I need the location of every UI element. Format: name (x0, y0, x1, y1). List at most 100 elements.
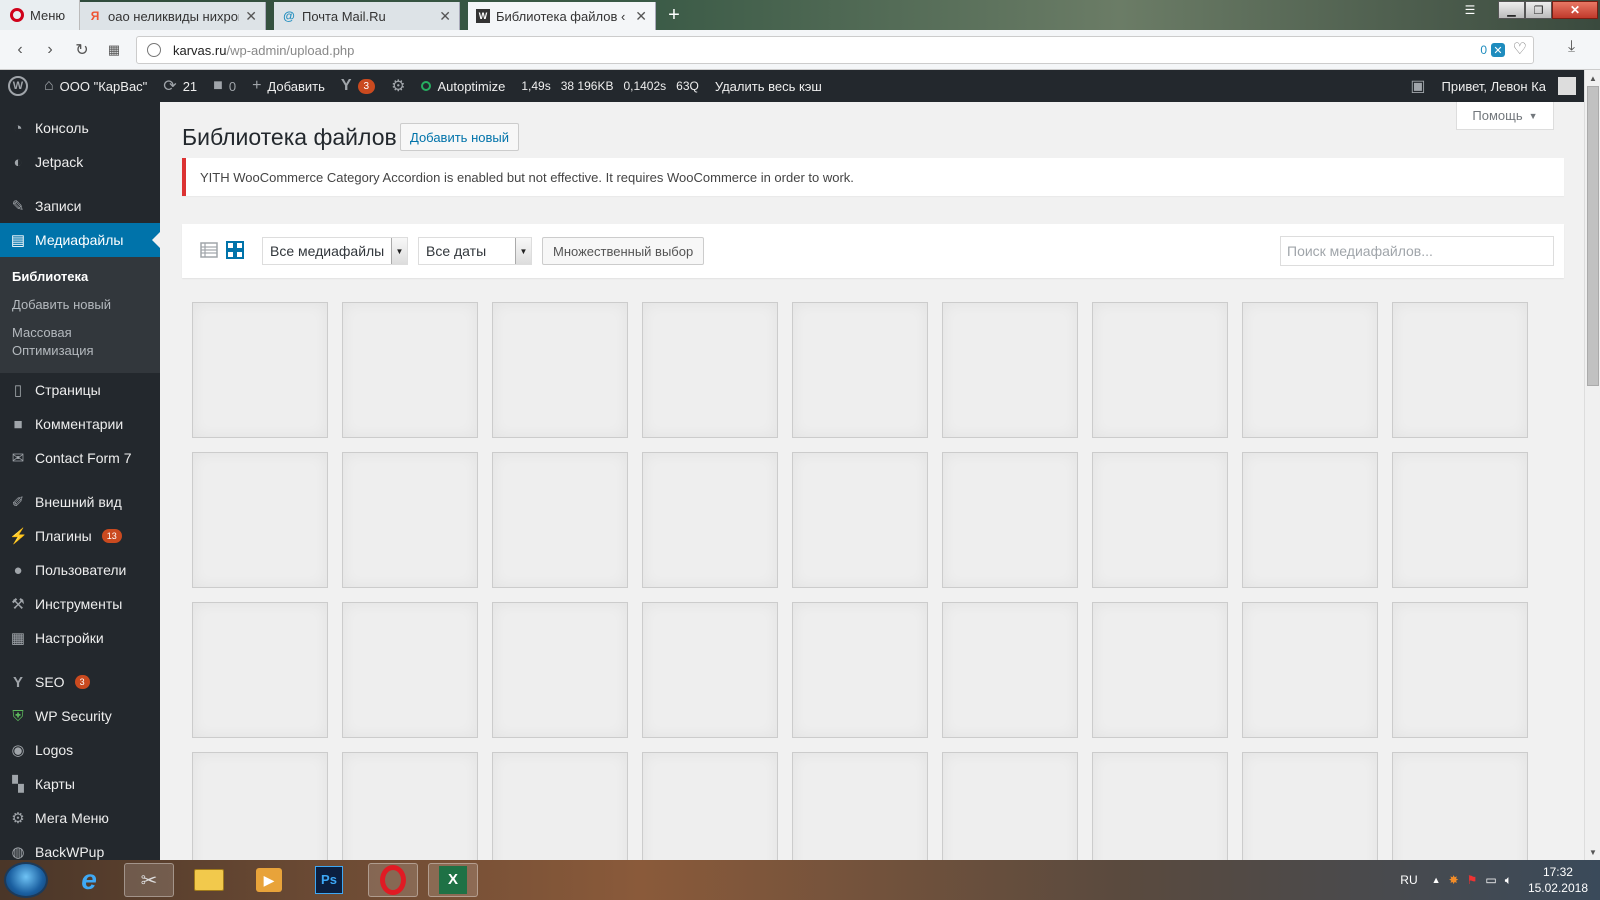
sidebar-item-appearance[interactable]: ✐ Внешний вид (0, 485, 160, 519)
media-player-icon[interactable]: ▶ (244, 863, 294, 897)
comments-link[interactable]: ■ 0 (205, 70, 244, 102)
attachment-tile[interactable] (192, 752, 328, 860)
clock[interactable]: 17:32 15.02.2018 (1516, 864, 1600, 896)
attachment-tile[interactable] (792, 602, 928, 738)
sidebar-item-jetpack[interactable]: ◐ Jetpack (0, 145, 160, 179)
attachment-tile[interactable] (1392, 602, 1528, 738)
attachment-tile[interactable] (492, 452, 628, 588)
add-new-link[interactable]: + Добавить (244, 70, 333, 102)
sidebar-item-backwpup[interactable]: ◍ BackWPup (0, 835, 160, 860)
scroll-down-icon[interactable]: ▼ (1585, 844, 1600, 860)
bookmark-heart-icon[interactable]: ♡ (1513, 39, 1527, 59)
attachment-tile[interactable] (642, 302, 778, 438)
attachment-tile[interactable] (792, 452, 928, 588)
help-button[interactable]: Помощь ▼ (1456, 102, 1554, 130)
query-stats[interactable]: 1,49s 38 196KB 0,1402s 63Q (513, 70, 706, 102)
action-center-flag-icon[interactable]: ⚑ (1463, 873, 1482, 887)
sidebar-item-users[interactable]: ● Пользователи (0, 553, 160, 587)
start-button-icon[interactable] (4, 862, 48, 898)
attachment-tile[interactable] (1242, 302, 1378, 438)
attachment-tile[interactable] (192, 302, 328, 438)
close-tab-icon[interactable]: ✕ (635, 8, 647, 25)
attachment-tile[interactable] (1092, 602, 1228, 738)
language-indicator[interactable]: RU (1390, 873, 1427, 887)
minimize-icon[interactable]: ▁ (1498, 1, 1525, 19)
attachment-tile[interactable] (192, 602, 328, 738)
tab-yandex[interactable]: Я оао неликвиды нихром – ✕ (80, 2, 266, 30)
attachment-tile[interactable] (642, 752, 778, 860)
tab-media-library[interactable]: W Библиотека файлов ‹ ООО ✕ (468, 2, 656, 30)
site-name-link[interactable]: ⌂ ООО "КарВас" (36, 70, 155, 102)
attachment-tile[interactable] (342, 752, 478, 860)
grid-view-icon[interactable] (226, 241, 244, 259)
sidebar-item-contact-form[interactable]: ✉ Contact Form 7 (0, 441, 160, 475)
attachment-tile[interactable] (1092, 752, 1228, 860)
sidebar-item-comments[interactable]: ■ Комментарии (0, 407, 160, 441)
maximize-icon[interactable]: ❐ (1525, 1, 1552, 19)
attachment-tile[interactable] (1392, 752, 1528, 860)
adblock-icon[interactable]: ✕ (1491, 43, 1505, 57)
submenu-item-bulk-optimize[interactable]: Массовая Оптимизация (0, 319, 160, 365)
autoptimize-link[interactable]: Autoptimize (413, 70, 513, 102)
yoast-link[interactable]: Y 3 (333, 70, 383, 102)
notifications-link[interactable]: ▣ (1402, 70, 1433, 102)
new-tab-icon[interactable]: + (664, 4, 684, 27)
sidebar-item-plugins[interactable]: ⚡ Плагины 13 (0, 519, 160, 553)
sidebar-item-media[interactable]: ▤ Медиафайлы (0, 223, 160, 257)
attachment-tile[interactable] (942, 752, 1078, 860)
opera-browser-icon[interactable] (368, 863, 418, 897)
url-field[interactable]: karvas.ru/wp-admin/upload.php 0 ✕ ♡ (136, 36, 1534, 64)
file-explorer-icon[interactable] (184, 863, 234, 897)
attachment-tile[interactable] (792, 302, 928, 438)
sidebar-item-pages[interactable]: ▯ Страницы (0, 373, 160, 407)
network-icon[interactable]: ▭ (1481, 873, 1500, 887)
show-hidden-icons-icon[interactable]: ▲ (1428, 875, 1445, 885)
sidebar-item-maps[interactable]: ▚ Карты (0, 767, 160, 801)
scroll-thumb[interactable] (1587, 86, 1599, 386)
attachment-tile[interactable] (792, 752, 928, 860)
submenu-item-add-new[interactable]: Добавить новый (0, 291, 160, 319)
attachment-tile[interactable] (1242, 752, 1378, 860)
attachment-tile[interactable] (642, 602, 778, 738)
tab-mailru[interactable]: @ Почта Mail.Ru ✕ (274, 2, 460, 30)
sidebar-item-seo[interactable]: Y SEO 3 (0, 665, 160, 699)
attachment-tile[interactable] (492, 302, 628, 438)
tab-menu-icon[interactable]: ☰ (1460, 0, 1480, 20)
account-menu[interactable]: Привет, Левон Ка (1434, 70, 1584, 102)
attachment-tile[interactable] (1392, 302, 1528, 438)
ie-icon[interactable]: e (64, 863, 114, 897)
scroll-up-icon[interactable]: ▲ (1585, 70, 1600, 86)
forward-icon[interactable]: › (40, 40, 60, 60)
photoshop-icon[interactable]: Ps (304, 863, 354, 897)
clear-cache-link[interactable]: Удалить весь кэш (707, 70, 830, 102)
attachment-tile[interactable] (342, 602, 478, 738)
snipping-tool-icon[interactable]: ✂ (124, 863, 174, 897)
sidebar-item-wp-security[interactable]: ⛨ WP Security (0, 699, 160, 733)
speed-dial-icon[interactable]: ▦ (104, 40, 124, 60)
sidebar-item-mega-menu[interactable]: ⚙ Мега Меню (0, 801, 160, 835)
attachment-tile[interactable] (942, 302, 1078, 438)
media-type-filter[interactable]: Все медиафайлы ▼ (262, 237, 408, 265)
download-icon[interactable]: ⤓ (1568, 38, 1575, 56)
bulk-select-button[interactable]: Множественный выбор (542, 237, 705, 265)
attachment-tile[interactable] (1392, 452, 1528, 588)
attachment-tile[interactable] (492, 602, 628, 738)
attachment-tile[interactable] (942, 602, 1078, 738)
sidebar-item-dashboard[interactable]: ◔ Консоль (0, 111, 160, 145)
media-search-input[interactable] (1280, 236, 1554, 266)
sidebar-item-logos[interactable]: ◉ Logos (0, 733, 160, 767)
attachment-tile[interactable] (492, 752, 628, 860)
attachment-tile[interactable] (1242, 602, 1378, 738)
attachment-tile[interactable] (1092, 452, 1228, 588)
excel-icon[interactable]: X (428, 863, 478, 897)
page-scrollbar[interactable]: ▲ ▼ (1584, 70, 1600, 860)
date-filter[interactable]: Все даты ▼ (418, 237, 532, 265)
reload-icon[interactable]: ↻ (72, 40, 92, 60)
list-view-icon[interactable] (200, 241, 218, 259)
add-new-button[interactable]: Добавить новый (400, 123, 519, 151)
volume-icon[interactable]: 🔈︎ (1501, 873, 1516, 888)
back-icon[interactable]: ‹ (10, 40, 30, 60)
submenu-item-library[interactable]: Библиотека (0, 263, 160, 291)
opera-menu-button[interactable]: Меню (0, 0, 80, 30)
attachment-tile[interactable] (1092, 302, 1228, 438)
